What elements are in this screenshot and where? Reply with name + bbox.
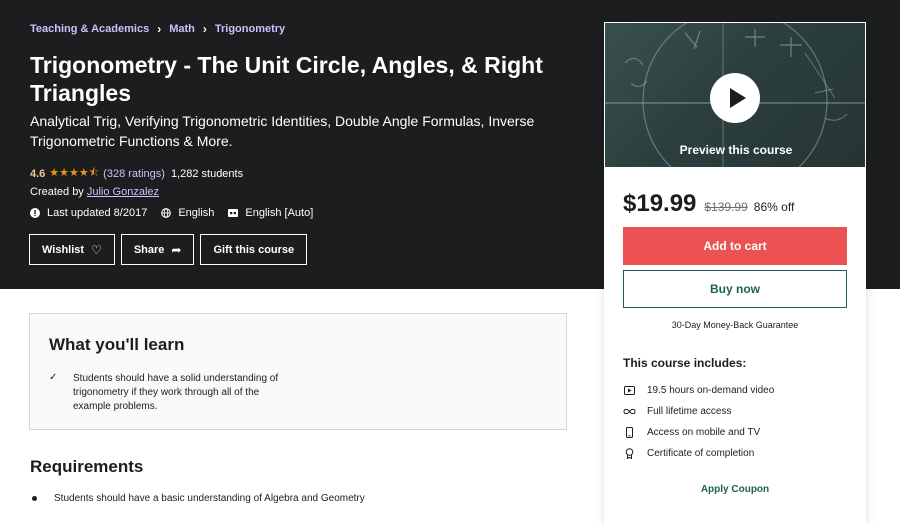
includes-title: This course includes: [623,356,747,370]
alert-info-icon [30,208,40,218]
captions: English [Auto] [228,207,313,219]
include-text: 19.5 hours on-demand video [647,385,775,396]
rating-count-link[interactable]: (328 ratings) [103,168,165,180]
course-subtitle: Analytical Trig, Verifying Trigonometric… [30,113,535,149]
course-preview-video[interactable]: Preview this course [604,22,866,168]
include-text: Access on mobile and TV [647,427,761,438]
wishlist-label: Wishlist [42,243,85,256]
video-icon [623,385,636,396]
rating-row: 4.6 ★★★★⯪ (328 ratings) 1,282 students [30,164,243,183]
chevron-right-icon: › [202,22,207,36]
learn-item-text: Students should have a solid understandi… [73,373,279,412]
play-icon [730,88,746,108]
rating-value: 4.6 [30,167,46,180]
apply-coupon-link[interactable]: Apply Coupon [604,484,866,495]
purchase-sidebar: Preview this course $19.99 $139.99 86% o… [604,22,866,523]
gift-label: Gift this course [213,243,295,256]
created-by-label: Created by [30,186,84,198]
last-updated-text: Last updated 8/2017 [47,207,148,219]
list-item: Certificate of completion [623,443,774,464]
current-price: $19.99 [623,190,697,217]
bullet-icon [32,496,37,501]
last-updated: Last updated 8/2017 [30,207,147,219]
breadcrumb-link-teaching-academics[interactable]: Teaching & Academics [30,23,149,35]
include-text: Full lifetime access [647,406,732,417]
discount-percent: 86% off [753,200,795,214]
language-text: English [178,207,215,219]
infinity-icon [623,406,636,417]
share-button[interactable]: Share ➦ [120,234,195,265]
include-text: Certificate of completion [647,448,755,459]
buy-now-button[interactable]: Buy now [623,270,847,308]
heart-icon: ♡ [91,242,102,257]
money-back-guarantee: 30-Day Money-Back Guarantee [671,320,799,330]
author-link[interactable]: Julio Gonzalez [87,186,159,198]
list-item: Full lifetime access [623,401,774,422]
add-to-cart-button[interactable]: Add to cart [623,227,847,265]
list-item: Access on mobile and TV [623,422,774,443]
list-item: 19.5 hours on-demand video [623,380,774,401]
breadcrumb: Teaching & Academics › Math › Trigonomet… [30,22,285,36]
includes-list: 19.5 hours on-demand video Full lifetime… [623,380,774,464]
share-label: Share [133,243,165,256]
breadcrumb-link-math[interactable]: Math [169,23,195,35]
created-by: Created by Julio Gonzalez [30,186,159,198]
course-meta: Last updated 8/2017 English English [Aut… [30,207,327,219]
star-rating-icon: ★★★★⯪ [49,167,100,179]
captions-text: English [Auto] [245,207,314,219]
globe-icon [161,208,172,218]
what-you-will-learn: What you'll learn ✓ Students should have… [29,313,567,430]
certificate-icon [623,448,636,459]
share-arrow-icon: ➦ [171,242,182,257]
learn-title: What you'll learn [49,335,185,354]
requirements-title: Requirements [30,457,144,476]
language: English [161,207,214,219]
chevron-right-icon: › [157,22,162,36]
list-item: Students should have a basic understandi… [32,493,365,504]
breadcrumb-link-trigonometry[interactable]: Trigonometry [215,23,285,35]
course-title: Trigonometry - The Unit Circle, Angles, … [30,52,543,106]
check-icon: ✓ [49,372,58,383]
original-price: $139.99 [704,200,748,214]
gift-course-button[interactable]: Gift this course [200,234,308,265]
closed-captions-icon [228,209,239,217]
header-actions: Wishlist ♡ Share ➦ Gift this course [29,234,313,265]
price-row: $19.99 $139.99 86% off [623,190,794,218]
wishlist-button[interactable]: Wishlist ♡ [29,234,115,265]
mobile-icon [623,427,636,438]
list-item: ✓ Students should have a solid understan… [49,372,293,414]
preview-label: Preview this course [679,143,793,157]
student-count: 1,282 students [170,167,244,180]
requirement-text: Students should have a basic understandi… [54,493,365,504]
